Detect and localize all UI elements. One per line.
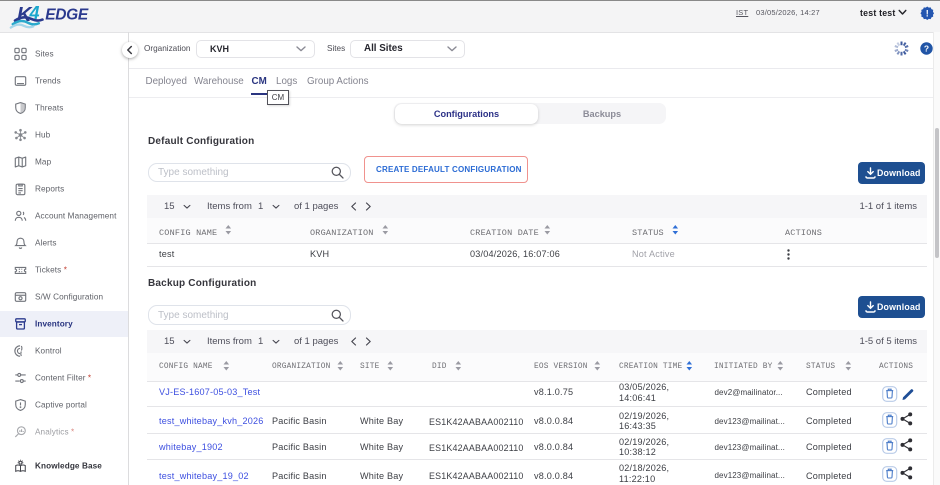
svg-text:?: ? — [924, 44, 929, 54]
svg-text:!: ! — [925, 9, 928, 19]
svg-text:EDGE: EDGE — [45, 6, 89, 23]
